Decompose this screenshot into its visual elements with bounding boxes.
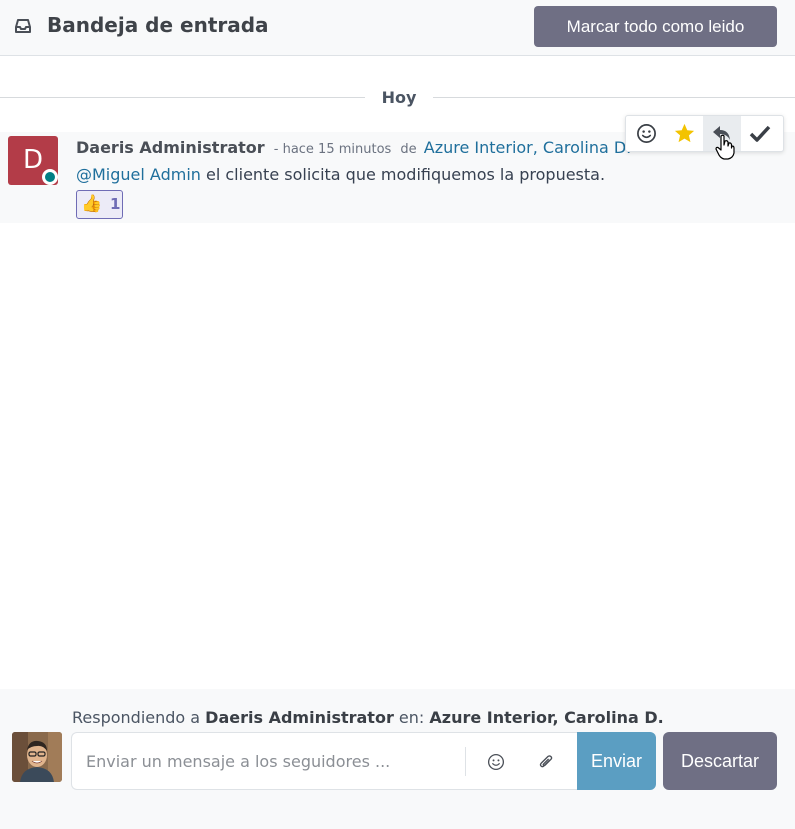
smile-icon xyxy=(487,753,505,771)
add-reaction-button[interactable] xyxy=(627,116,665,151)
reply-record: Azure Interior, Carolina D. xyxy=(429,708,664,727)
separator-line xyxy=(0,97,365,98)
user-photo-icon xyxy=(12,732,62,782)
reply-mid: en: xyxy=(393,708,430,727)
input-divider xyxy=(465,747,466,776)
message-input-box xyxy=(71,732,578,790)
mark-all-read-button[interactable]: Marcar todo como leido xyxy=(534,6,777,47)
emoji-button[interactable] xyxy=(484,750,508,774)
reply-context: Respondiendo a Daeris Administrator en: … xyxy=(72,708,664,727)
mark-read-button[interactable] xyxy=(741,116,779,151)
check-icon xyxy=(749,125,771,142)
author-name[interactable]: Daeris Administrator xyxy=(76,138,265,157)
message-header: Daeris Administrator - hace 15 minutos d… xyxy=(76,138,631,157)
message-timestamp: - hace 15 minutos xyxy=(273,142,392,157)
star-icon xyxy=(674,123,694,143)
avatar-initial: D xyxy=(22,145,44,175)
mark-todo-button[interactable] xyxy=(665,116,703,151)
attach-file-button[interactable] xyxy=(534,750,558,774)
from-label: de xyxy=(400,142,417,157)
record-link[interactable]: Azure Interior, Carolina D. xyxy=(424,138,632,157)
mention-link[interactable]: @Miguel Admin xyxy=(76,165,201,184)
message-input[interactable] xyxy=(86,743,461,779)
hand-cursor-icon xyxy=(715,134,735,160)
reply-author: Daeris Administrator xyxy=(205,708,394,727)
message-body: @Miguel Admin el cliente solicita que mo… xyxy=(76,165,605,184)
online-status-indicator xyxy=(42,169,58,185)
composer: Respondiendo a Daeris Administrator en: … xyxy=(0,689,795,829)
message-actions xyxy=(625,115,784,152)
day-separator: Hoy xyxy=(0,86,795,110)
day-label: Hoy xyxy=(381,88,417,107)
reaction-count: 1 xyxy=(110,195,121,213)
header: Bandeja de entrada Marcar todo como leid… xyxy=(0,0,795,56)
thumbs-up-icon: 👍 xyxy=(81,194,103,214)
smile-icon xyxy=(636,124,656,143)
reply-prefix: Respondiendo a xyxy=(72,708,206,727)
paperclip-icon xyxy=(539,755,553,768)
inbox-icon xyxy=(15,19,31,33)
current-user-avatar xyxy=(12,732,62,782)
send-button[interactable]: Enviar xyxy=(577,732,656,790)
reaction-badge[interactable]: 👍 1 xyxy=(76,190,123,219)
message-text: el cliente solicita que modifiquemos la … xyxy=(200,165,606,184)
page-title: Bandeja de entrada xyxy=(47,13,269,37)
discard-button[interactable]: Descartar xyxy=(663,732,777,790)
separator-line xyxy=(433,97,795,98)
